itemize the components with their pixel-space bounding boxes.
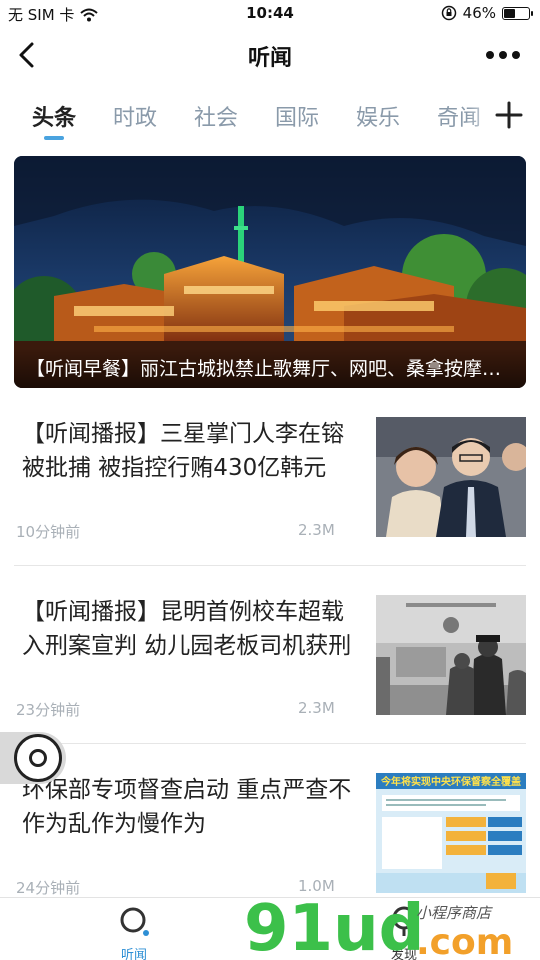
svg-text:小程序商店: 小程序商店 [416,904,493,922]
news-play-count: 2.3M [298,699,335,717]
banner-caption: 【听闻早餐】丽江古城拟禁止歌舞厅、网吧、桑拿按摩… [14,348,526,388]
svg-text:.com: .com [416,922,513,960]
status-bar: 无 SIM 卡 10:44 46% [0,0,540,28]
more-dot [486,51,494,59]
tab-entertainment[interactable]: 娱乐 [356,100,400,132]
news-thumbnail: 今年将实现中央环保督察全覆盖 [376,773,526,893]
thumbnail-headline: 今年将实现中央环保督察全覆盖 [380,775,521,788]
tab-society[interactable]: 社会 [194,100,238,132]
news-item[interactable]: 【听闻播报】三星掌门人李在镕被批捕 被指控行贿430亿韩元 10分钟前 2.3M [0,417,540,595]
news-play-count: 2.3M [298,521,335,539]
news-title: 【听闻播报】昆明首例校车超载入刑案宣判 幼儿园老板司机获刑 [22,599,352,659]
add-tab-button[interactable] [494,100,524,130]
more-dot [499,51,507,59]
battery-icon [502,6,533,20]
news-title: 环保部专项督查启动 重点严查不作为乱作为慢作为 [22,777,352,837]
divider [14,743,526,744]
category-tabs: 头条 时政 社会 国际 娱乐 奇闻 [0,92,540,142]
tab-headlines[interactable]: 头条 [32,100,76,132]
featured-banner[interactable]: 【听闻早餐】丽江古城拟禁止歌舞厅、网吧、桑拿按摩… [14,156,526,388]
nav-bar: 听闻 [0,28,540,84]
page-title: 听闻 [247,46,292,71]
svg-text:91ud: 91ud [244,892,424,960]
search-ring-icon [120,907,149,936]
news-time: 23分钟前 [16,701,81,719]
news-time: 10分钟前 [16,523,81,541]
news-item[interactable]: 【听闻播报】昆明首例校车超载入刑案宣判 幼儿园老板司机获刑 23分钟前 2.3M [0,595,540,773]
tab-indicator [44,136,64,140]
battery-percent: 46% [462,4,496,22]
news-thumbnail-image: 今年将实现中央环保督察全覆盖 [376,773,526,893]
news-title: 【听闻播报】三星掌门人李在镕被批捕 被指控行贿430亿韩元 [22,421,344,481]
bottom-tab-listen[interactable]: 听闻 [104,904,164,960]
battery-fill [504,8,515,18]
news-thumbnail [376,595,526,715]
plus-icon [495,101,523,129]
bottom-tab-label: 听闻 [120,948,147,960]
disc-ring [29,749,47,767]
tab-politics[interactable]: 时政 [113,100,157,132]
rotation-lock-icon [441,5,456,21]
news-time: 24分钟前 [16,879,81,897]
news-thumbnail-image [376,417,526,537]
floating-player-button[interactable] [0,732,66,784]
watermark-logo: 91ud .com 小程序商店 [244,892,513,960]
news-thumbnail [376,417,526,537]
tab-international[interactable]: 国际 [275,100,319,132]
audio-disc-icon [14,734,62,782]
divider [14,565,526,566]
news-thumbnail-image [376,595,526,715]
more-dot [512,51,520,59]
more-button[interactable] [486,40,520,70]
status-right: 46% [441,4,533,22]
